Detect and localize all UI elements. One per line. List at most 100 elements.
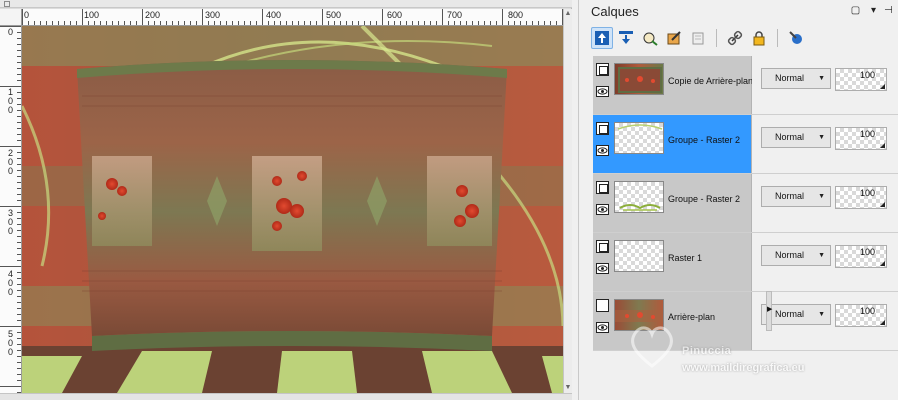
restore-icon[interactable]: ▢ [849,4,862,18]
toolbar-separator [716,29,717,47]
ruler-h-label: 400 [266,10,282,20]
horizontal-ruler[interactable]: 0 100 200 300 400 500 600 700 800 [22,9,563,26]
ruler-v-label: 300 [8,208,14,236]
ruler-corner [0,9,22,26]
layer-name: Copie de Arrière-plan [668,76,752,86]
ruler-v-label: 100 [8,87,14,115]
group-layer-icon [596,181,609,194]
chevron-down-icon: ▼ [818,193,825,200]
opacity-value: 100 [859,306,875,316]
opacity-value: 100 [859,129,875,139]
pin-icon[interactable]: ⊣ [882,4,895,18]
vertical-ruler[interactable]: 0 100 200 300 400 500 [0,26,22,393]
blend-mode-select[interactable]: Normal ▼ [761,245,831,266]
move-up-icon[interactable] [591,27,613,49]
lock-icon[interactable] [748,27,770,49]
layer-row[interactable]: Copie de Arrière-plan Normal ▼ 100 [593,56,898,115]
opacity-field[interactable]: 100 [835,127,887,150]
scroll-up-icon[interactable]: ▲ [564,9,572,19]
artwork-image [22,26,563,393]
visibility-eye-icon[interactable] [596,263,609,274]
ruler-h-label: 600 [387,10,403,20]
visibility-eye-icon[interactable] [596,86,609,97]
layer-info[interactable]: Raster 1 [593,233,752,291]
blend-mode-value: Normal [775,309,805,319]
canvas-window: 0 100 200 300 400 500 600 700 800 0 100 … [0,0,572,400]
ruler-v-label: 500 [8,329,14,357]
opacity-value: 100 [859,70,875,80]
document-tab-strip [0,0,572,8]
background-layer-icon [596,299,609,312]
blend-mode-value: Normal [775,191,805,201]
layer-controls: Normal ▼ 100 [761,233,898,291]
layer-row-selected[interactable]: Groupe - Raster 2 Normal ▼ 100 [593,115,898,174]
blend-mode-select[interactable]: Normal ▼ [761,68,831,89]
opacity-slider-icon[interactable] [880,202,885,207]
layer-controls: Normal ▼ 100 [761,115,898,173]
expand-arrow-icon[interactable]: ▶ [767,305,772,313]
layer-info[interactable]: Groupe - Raster 2 [593,174,752,232]
layer-list: Copie de Arrière-plan Normal ▼ 100 Groupe… [593,56,898,351]
move-down-icon[interactable] [615,27,637,49]
ruler-v-label: 400 [8,269,14,297]
raster-layer-icon [596,240,609,253]
scroll-down-icon[interactable]: ▼ [564,383,572,393]
properties-icon[interactable] [785,27,807,49]
layer-info[interactable]: Groupe - Raster 2 [593,115,752,173]
opacity-slider-icon[interactable] [880,84,885,89]
layer-thumbnail [614,63,664,95]
ruler-h-label: 200 [145,10,161,20]
opacity-slider-icon[interactable] [880,320,885,325]
chevron-down-icon: ▼ [818,75,825,82]
group-layer-icon [596,122,609,135]
ruler-h-label: 800 [508,10,524,20]
delete-icon[interactable] [687,27,709,49]
palette-menu-icon[interactable]: ▾ [867,4,880,18]
edit-icon[interactable] [663,27,685,49]
chevron-down-icon: ▼ [818,134,825,141]
layer-thumbnail [614,122,664,154]
document-menu-icon[interactable] [4,1,10,7]
ruler-h-label: 100 [84,10,100,20]
heart-logo-icon [631,326,673,368]
link-icon[interactable] [724,27,746,49]
visibility-eye-icon[interactable] [596,145,609,156]
opacity-slider-icon[interactable] [880,261,885,266]
ruler-h-label: 0 [24,10,30,20]
layer-row[interactable]: Groupe - Raster 2 Normal ▼ 100 [593,174,898,233]
blend-mode-value: Normal [775,132,805,142]
opacity-slider-icon[interactable] [880,143,885,148]
layer-name: Groupe - Raster 2 [668,194,741,204]
horizontal-scrollbar[interactable] [0,393,572,400]
opacity-value: 100 [859,247,875,257]
layer-thumbnail [614,181,664,213]
blend-mode-select[interactable]: Normal ▼ [761,127,831,148]
layer-row[interactable]: Raster 1 Normal ▼ 100 [593,233,898,292]
layer-name: Groupe - Raster 2 [668,135,741,145]
ruler-h-label: 700 [447,10,463,20]
opacity-field[interactable]: 100 [835,68,887,91]
blend-mode-value: Normal [775,250,805,260]
watermark: Pinuccia www.maildiregrafica.eu [626,320,866,382]
layer-info[interactable]: Copie de Arrière-plan [593,56,752,114]
raster-layer-icon [596,63,609,76]
layer-thumbnail [614,240,664,272]
ruler-ticks-h [22,9,563,25]
ruler-v-label: 200 [8,148,14,176]
blend-mode-select[interactable]: Normal ▼ [761,186,831,207]
ruler-h-label: 500 [326,10,342,20]
mask-icon[interactable] [639,27,661,49]
blend-mode-value: Normal [775,73,805,83]
watermark-author: Pinuccia [682,345,732,357]
opacity-field[interactable]: 100 [835,245,887,268]
visibility-eye-icon[interactable] [596,204,609,215]
layer-controls: Normal ▼ 100 [761,56,898,114]
ruler-v-label: 0 [8,27,14,37]
chevron-down-icon: ▼ [818,252,825,259]
opacity-field[interactable]: 100 [835,186,887,209]
vertical-scrollbar[interactable]: ▲ ▼ [563,9,572,393]
image-canvas[interactable] [22,26,563,393]
ruler-h-label: 300 [205,10,221,20]
toolbar-separator [777,29,778,47]
visibility-eye-icon[interactable] [596,322,609,333]
